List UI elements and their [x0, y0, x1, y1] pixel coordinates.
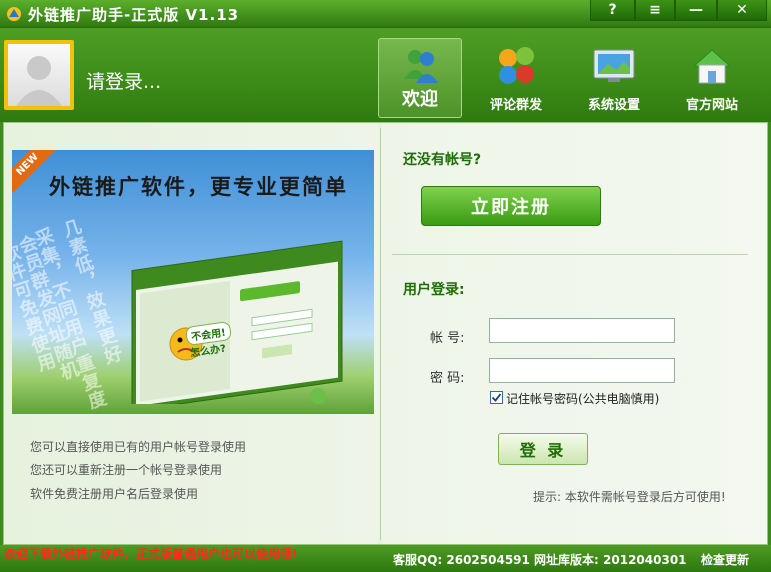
banner-title: 外链推广软件，更专业更简单 [49, 174, 348, 199]
checkmark-icon [491, 393, 502, 402]
nav-comment-broadcast[interactable]: 评论群发 [474, 38, 558, 118]
nav-official-site[interactable]: 官方网站 [670, 38, 754, 118]
help-button[interactable]: ? [590, 0, 635, 21]
avatar-placeholder-icon [8, 44, 70, 106]
account-field[interactable] [489, 318, 675, 343]
nav-comment-label: 评论群发 [489, 98, 542, 113]
hint-text: 提示: 本软件需帐号登录后方可使用! [533, 490, 726, 504]
nav-settings-label: 系统设置 [587, 98, 640, 113]
monitor-icon [593, 49, 635, 82]
app-preview-image [131, 240, 343, 404]
password-label: 密 码: [430, 371, 465, 386]
info-line: 您可以直接使用已有的用户帐号登录使用 [30, 440, 247, 454]
app-logo-icon [7, 7, 21, 21]
check-update-link[interactable]: 检查更新 [701, 551, 749, 568]
window-title: 外链推广助手-正式版 V1.13 [28, 6, 240, 24]
info-line: 软件免费注册用户名后登录使用 [30, 487, 199, 501]
horizontal-divider [392, 254, 748, 255]
nav-site-label: 官方网站 [685, 98, 738, 113]
nav-welcome-label: 欢迎 [402, 89, 438, 110]
status-info-text: 客服QQ: 2602504591 网址库版本: 2012040301 [393, 553, 687, 567]
remember-label[interactable]: 记住帐号密码(公共电脑慎用) [506, 390, 659, 407]
minimize-button[interactable]: — [675, 0, 717, 21]
login-button[interactable]: 登 录 [498, 433, 588, 465]
password-field[interactable] [489, 358, 675, 383]
nav-welcome[interactable]: 欢迎 [378, 38, 462, 118]
close-button[interactable]: ✕ [717, 0, 767, 21]
register-button[interactable]: 立即注册 [421, 186, 601, 226]
nav-settings[interactable]: 系统设置 [572, 38, 656, 118]
vertical-divider [380, 128, 381, 540]
promo-banner: NEW 外链推广软件，更专业更简单 几素低，效果更好 采集，不同用户重复度 会员… [12, 150, 374, 414]
login-prompt: 请登录... [86, 71, 162, 93]
account-label: 帐 号: [430, 331, 465, 346]
status-welcome-text: 欢迎下载外链推广软件，正式版普通用户也可以使用哦! [4, 547, 298, 561]
no-account-heading: 还没有帐号? [403, 152, 482, 168]
msn-people-icon [404, 50, 438, 83]
menu-button[interactable]: ≡ [635, 0, 675, 21]
avatar[interactable] [4, 40, 74, 110]
info-line: 您还可以重新注册一个帐号登录使用 [30, 463, 223, 477]
home-icon [692, 49, 732, 84]
colored-dots-icon [499, 47, 534, 84]
remember-checkbox[interactable] [490, 391, 503, 404]
user-login-heading: 用户登录: [403, 282, 465, 298]
